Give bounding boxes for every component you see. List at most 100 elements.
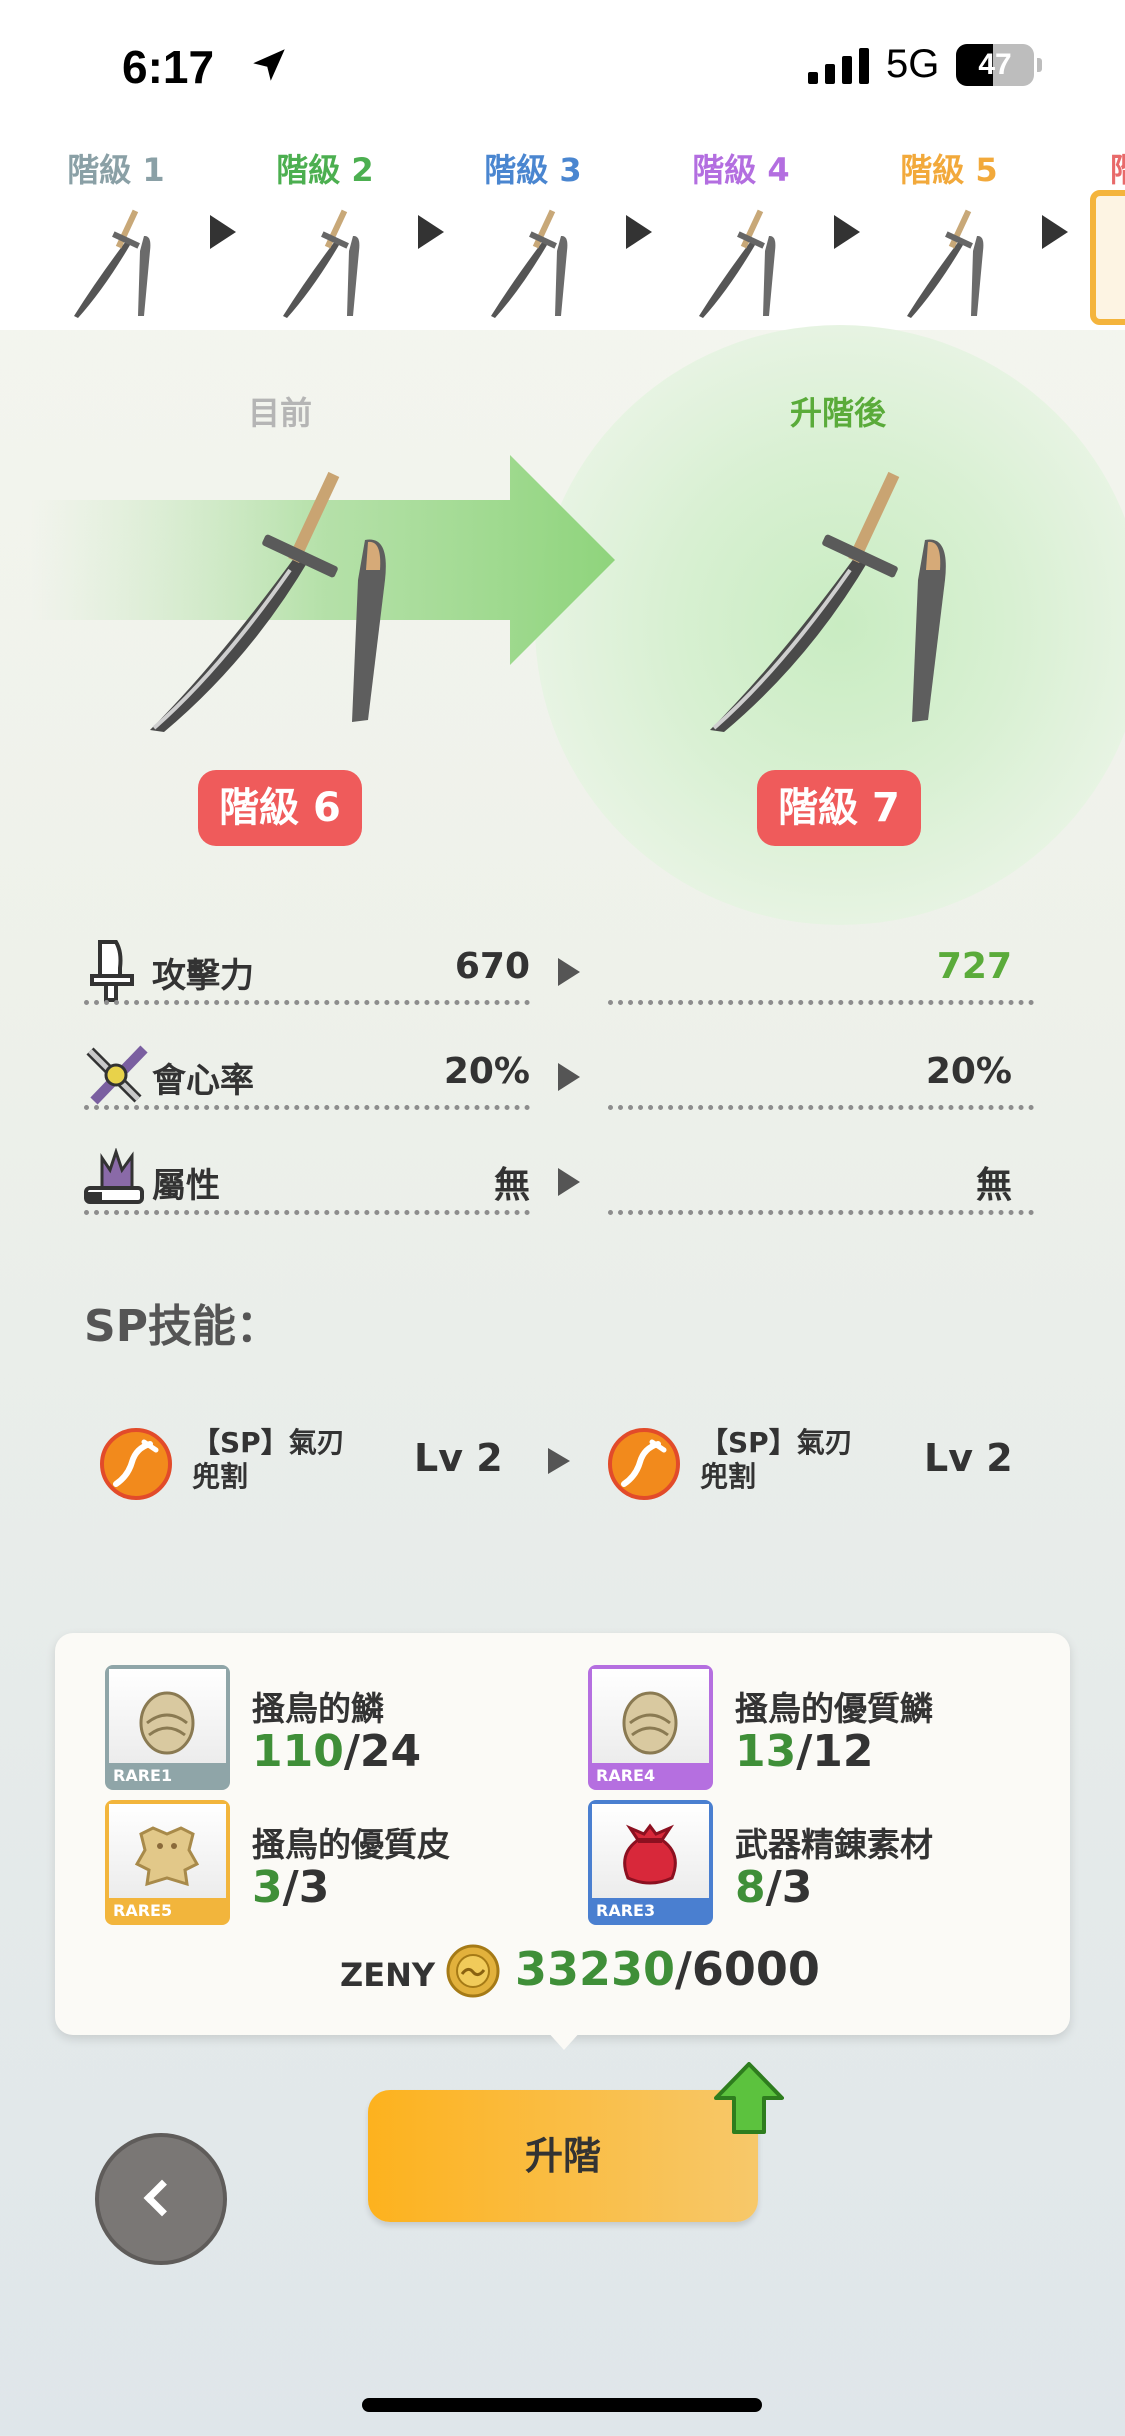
stat-name: 屬性: [152, 1166, 220, 1206]
material-count: 3/3: [252, 1862, 329, 1913]
stat-current: 20%: [443, 1051, 530, 1092]
sp-skill-name-current: 【SP】氣刃 兜割: [192, 1426, 392, 1494]
hide-icon: [134, 1826, 200, 1887]
after-rank-badge: 階級 7: [757, 770, 921, 846]
material-have: 13: [735, 1726, 797, 1777]
tier-label: 階級 4: [692, 151, 790, 189]
sp-skill-level-current: Lv 2: [414, 1436, 503, 1480]
material-need: /3: [282, 1862, 330, 1913]
panel-pointer: [546, 2030, 582, 2050]
stat-after: 20%: [925, 1051, 1012, 1092]
material-count: 13/12: [735, 1726, 874, 1777]
tier-arrow: [418, 215, 444, 249]
material-need: /24: [343, 1726, 422, 1777]
stat-name: 會心率: [152, 1061, 254, 1101]
stat-current: 670: [454, 946, 530, 987]
tier-arrow: [1042, 215, 1068, 249]
skill-slash-icon[interactable]: [100, 1428, 172, 1500]
material-name: 搔鳥的優質皮: [252, 1825, 450, 1864]
element-flame-icon: [84, 1148, 144, 1204]
sp-skill-name-line2: 兜割: [192, 1460, 249, 1493]
zeny-need: /6000: [675, 1942, 820, 1996]
tier-strip[interactable]: 階級 1 階級 2 階級 3 階級 4 階級 5: [0, 135, 1125, 330]
up-arrow-icon: [714, 2062, 784, 2134]
weapon-icon: [74, 209, 151, 318]
zeny-label: ZENY: [340, 1956, 436, 1994]
material-have: 8: [735, 1862, 766, 1913]
upgrade-button[interactable]: 升階: [368, 2090, 758, 2222]
chevron-left-icon: [143, 2179, 181, 2217]
sp-skill-level-after: Lv 2: [924, 1436, 1013, 1480]
current-weapon-image: [150, 471, 386, 732]
material-name: 武器精錬素材: [735, 1825, 933, 1864]
sp-skill-title: SP技能：: [84, 1301, 280, 1352]
pouch-icon: [623, 1823, 677, 1885]
stat-after: 無: [975, 1165, 1012, 1206]
stat-row-element: 屬性 無 無: [0, 1140, 1125, 1244]
weapon-icon: [699, 209, 776, 318]
tier-arrow: [626, 215, 652, 249]
material-name: 搔鳥的鱗: [252, 1689, 384, 1728]
scale-icon: [139, 1691, 195, 1755]
stat-arrow: [558, 1063, 580, 1091]
tier-label: 階級 2: [276, 151, 374, 189]
tier-item-5[interactable]: 階級 5: [869, 135, 1029, 330]
rarity-label: RARE5: [113, 1901, 173, 1920]
stat-after: 727: [936, 946, 1012, 987]
weapon-icon: [491, 209, 568, 318]
tier-label: 階級 5: [900, 151, 998, 189]
material-tile-3[interactable]: RARE5: [105, 1800, 230, 1925]
rarity-label: RARE4: [596, 1766, 656, 1785]
stat-arrow: [558, 1168, 580, 1196]
rarity-label: RARE1: [113, 1766, 173, 1785]
material-count: 8/3: [735, 1862, 812, 1913]
weapon-icon: [283, 209, 360, 318]
network-type: 5G: [886, 42, 940, 86]
material-count: 110/24: [252, 1726, 421, 1777]
stat-row-attack: 攻擊力 670 727: [0, 930, 1125, 1034]
material-have: 110: [252, 1726, 344, 1777]
tier-arrow: [210, 215, 236, 249]
material-tile-1[interactable]: RARE1: [105, 1665, 230, 1790]
sp-skill-name-line2: 兜割: [700, 1460, 757, 1493]
home-indicator[interactable]: [362, 2398, 762, 2412]
scale-icon: [622, 1691, 678, 1755]
weapon-icon: [907, 209, 984, 318]
tier-item-3[interactable]: 階級 3: [453, 135, 613, 330]
sp-arrow: [548, 1448, 570, 1474]
material-tile-2[interactable]: RARE4: [588, 1665, 713, 1790]
zeny-count: 33230/6000: [515, 1942, 820, 1996]
tier-item-2[interactable]: 階級 2: [245, 135, 405, 330]
zeny-have: 33230: [515, 1942, 676, 1996]
material-need: /12: [796, 1726, 874, 1777]
sp-skill-name-after: 【SP】氣刃 兜割: [700, 1426, 900, 1494]
zeny-coin-icon: [446, 1944, 500, 1998]
after-label: 升階後: [789, 394, 886, 432]
tier-label: 階級 3: [484, 151, 582, 189]
blade-icon: [90, 940, 134, 1002]
material-name: 搔鳥的優質鱗: [735, 1689, 933, 1728]
tier-arrow: [834, 215, 860, 249]
battery-percent: 47: [978, 48, 1012, 81]
rarity-label: RARE3: [596, 1901, 656, 1920]
crossed-swords-icon: [86, 1045, 148, 1105]
current-rank-badge: 階級 6: [198, 770, 362, 846]
stat-name: 攻擊力: [152, 956, 254, 996]
tier-item-4[interactable]: 階級 4: [661, 135, 821, 330]
back-button[interactable]: [95, 2133, 227, 2265]
tier-item-6-selected[interactable]: [1090, 190, 1125, 325]
status-time: 6:17: [122, 41, 215, 93]
cellular-signal-icon: [808, 48, 869, 84]
material-tile-4[interactable]: RARE3: [588, 1800, 713, 1925]
stat-row-critical: 會心率 20% 20%: [0, 1035, 1125, 1139]
stat-current: 無: [493, 1165, 530, 1206]
current-label: 目前: [247, 394, 312, 432]
skill-slash-icon[interactable]: [608, 1428, 680, 1500]
tier-label-6: 階: [1110, 145, 1125, 191]
material-have: 3: [252, 1862, 283, 1913]
status-bar: 6:17 5G 47: [0, 0, 1125, 135]
tier-label: 階級 1: [67, 151, 165, 189]
tier-item-1[interactable]: 階級 1: [36, 135, 196, 330]
sp-skill-name-line1: 【SP】氣刃: [700, 1426, 853, 1459]
location-arrow-icon: [253, 49, 285, 81]
